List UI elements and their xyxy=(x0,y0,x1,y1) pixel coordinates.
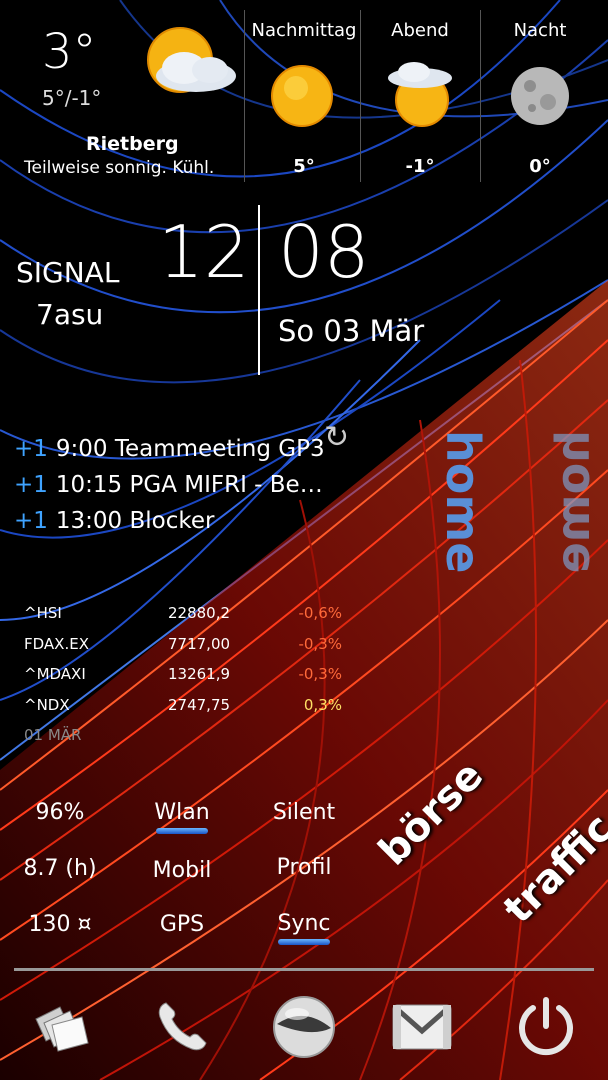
forecast-label-night: Nacht xyxy=(513,20,567,41)
mail-icon[interactable] xyxy=(380,985,464,1069)
event-text: 13:00 Blocker xyxy=(55,508,215,534)
wlan-active-indicator xyxy=(156,828,208,834)
partly-cloudy-icon xyxy=(388,62,452,127)
stock-name: FDAX.EX xyxy=(24,635,89,653)
dock-divider xyxy=(14,968,594,971)
forecast-temp-night: 0° xyxy=(529,156,551,177)
sync-toggle[interactable]: Sync xyxy=(252,911,356,936)
stock-value: 22880,2 xyxy=(168,604,231,622)
signal-operator: 7asu xyxy=(36,298,104,331)
location-name: Rietberg xyxy=(86,133,179,155)
event-badge: +1 xyxy=(14,508,48,534)
stock-change: -0,3% xyxy=(298,635,342,653)
stock-change: 0,3% xyxy=(303,696,342,714)
forecast-temp-evening: -1° xyxy=(405,156,435,177)
event-text: 10:15 PGA MIFRI - Be… xyxy=(55,472,323,498)
calendar-event[interactable]: +1 13:00 Blocker xyxy=(14,508,215,534)
event-badge: +1 xyxy=(14,472,48,498)
gps-toggle[interactable]: GPS xyxy=(130,912,234,937)
sync-active-indicator xyxy=(278,939,330,945)
temperature-range: 5°/-1° xyxy=(42,86,102,110)
wlan-toggle[interactable]: Wlan xyxy=(130,800,234,825)
calendar-event[interactable]: +1 10:15 PGA MIFRI - Be… xyxy=(14,472,323,498)
forecast-temp-afternoon: 5° xyxy=(293,156,315,177)
silent-toggle[interactable]: Silent xyxy=(252,800,356,825)
current-temperature[interactable]: 3° xyxy=(42,28,97,76)
stock-change: -0,3% xyxy=(298,665,342,683)
sun-icon xyxy=(271,65,333,127)
weather-condition: Teilweise sonnig. Kühl. xyxy=(24,158,215,178)
stock-value: 2747,75 xyxy=(168,696,231,714)
home-shortcut[interactable]: home xyxy=(436,430,490,573)
profil-toggle[interactable]: Profil xyxy=(252,855,356,880)
moon-icon xyxy=(511,67,569,125)
clock-date[interactable]: So 03 Mär xyxy=(278,314,424,348)
calendar-event[interactable]: +1 9:00 Teammeeting GP3 xyxy=(14,436,325,462)
forecast-label-afternoon: Nachmittag xyxy=(251,20,357,41)
battery-level[interactable]: 96% xyxy=(10,800,110,825)
event-text: 9:00 Teammeeting GP3 xyxy=(55,436,325,462)
globe-icon[interactable] xyxy=(262,985,346,1069)
stock-name: ^NDX xyxy=(24,696,70,714)
stock-value: 13261,9 xyxy=(168,665,231,683)
clock-divider xyxy=(258,205,260,375)
clock-hour[interactable]: 12 xyxy=(158,216,250,288)
event-badge: +1 xyxy=(14,436,48,462)
partly-cloudy-icon xyxy=(147,27,236,93)
counter-value[interactable]: 130 ¤ xyxy=(10,912,110,937)
signal-label: SIGNAL xyxy=(16,256,120,289)
stock-change: -0,6% xyxy=(298,604,342,622)
phone-icon[interactable] xyxy=(140,985,224,1069)
power-icon[interactable] xyxy=(504,985,588,1069)
stock-name: ^MDAXI xyxy=(24,665,86,683)
cards-icon[interactable] xyxy=(20,985,104,1069)
stock-date: 01 MÄR xyxy=(24,726,82,744)
forecast-label-evening: Abend xyxy=(391,20,449,41)
uptime-hours[interactable]: 8.7 (h) xyxy=(10,856,110,881)
stock-name: ^HSI xyxy=(24,604,62,622)
home-shortcut-reflection: home xyxy=(546,430,600,574)
clock-minute[interactable]: 08 xyxy=(278,216,370,288)
mobil-toggle[interactable]: Mobil xyxy=(130,858,234,883)
refresh-icon[interactable]: ↻ xyxy=(324,420,349,455)
stock-value: 7717,00 xyxy=(168,635,231,653)
